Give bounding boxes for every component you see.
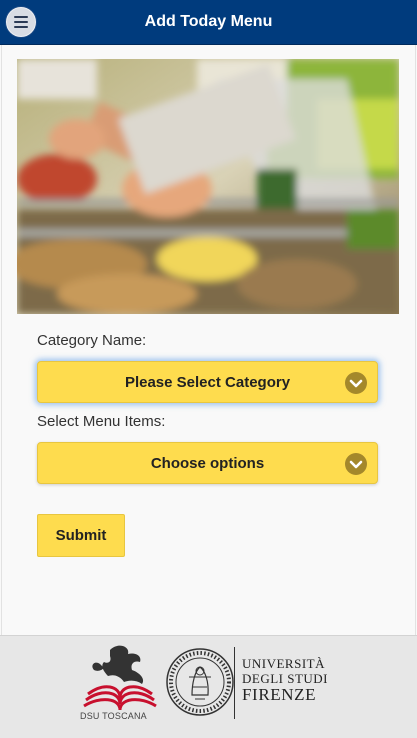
- food-counter-photo: [17, 59, 399, 314]
- chevron-down-icon: [345, 453, 367, 475]
- university-line-2: DEGLI STUDI: [242, 671, 329, 686]
- category-select-value: Please Select Category: [124, 374, 291, 391]
- menu-items-select-value: Choose options: [150, 455, 265, 472]
- university-line-1: UNIVERSITÀ: [242, 656, 325, 671]
- app-header: Add Today Menu: [0, 0, 417, 45]
- university-name: UNIVERSITÀ DEGLI STUDI FIRENZE: [242, 656, 328, 704]
- dsu-toscana-text: DSU TOSCANA: [80, 711, 147, 721]
- chevron-down-icon: [345, 372, 367, 394]
- university-line-3: FIRENZE: [242, 685, 317, 704]
- category-select[interactable]: Please Select Category: [37, 361, 378, 403]
- category-name-label: Category Name:: [37, 332, 147, 349]
- menu-items-label: Select Menu Items:: [37, 413, 166, 430]
- menu-items-select[interactable]: Choose options: [37, 442, 378, 484]
- footer-divider: [234, 647, 235, 719]
- university-seal: [165, 647, 235, 717]
- page-title: Add Today Menu: [144, 13, 273, 30]
- submit-button[interactable]: Submit: [37, 514, 125, 557]
